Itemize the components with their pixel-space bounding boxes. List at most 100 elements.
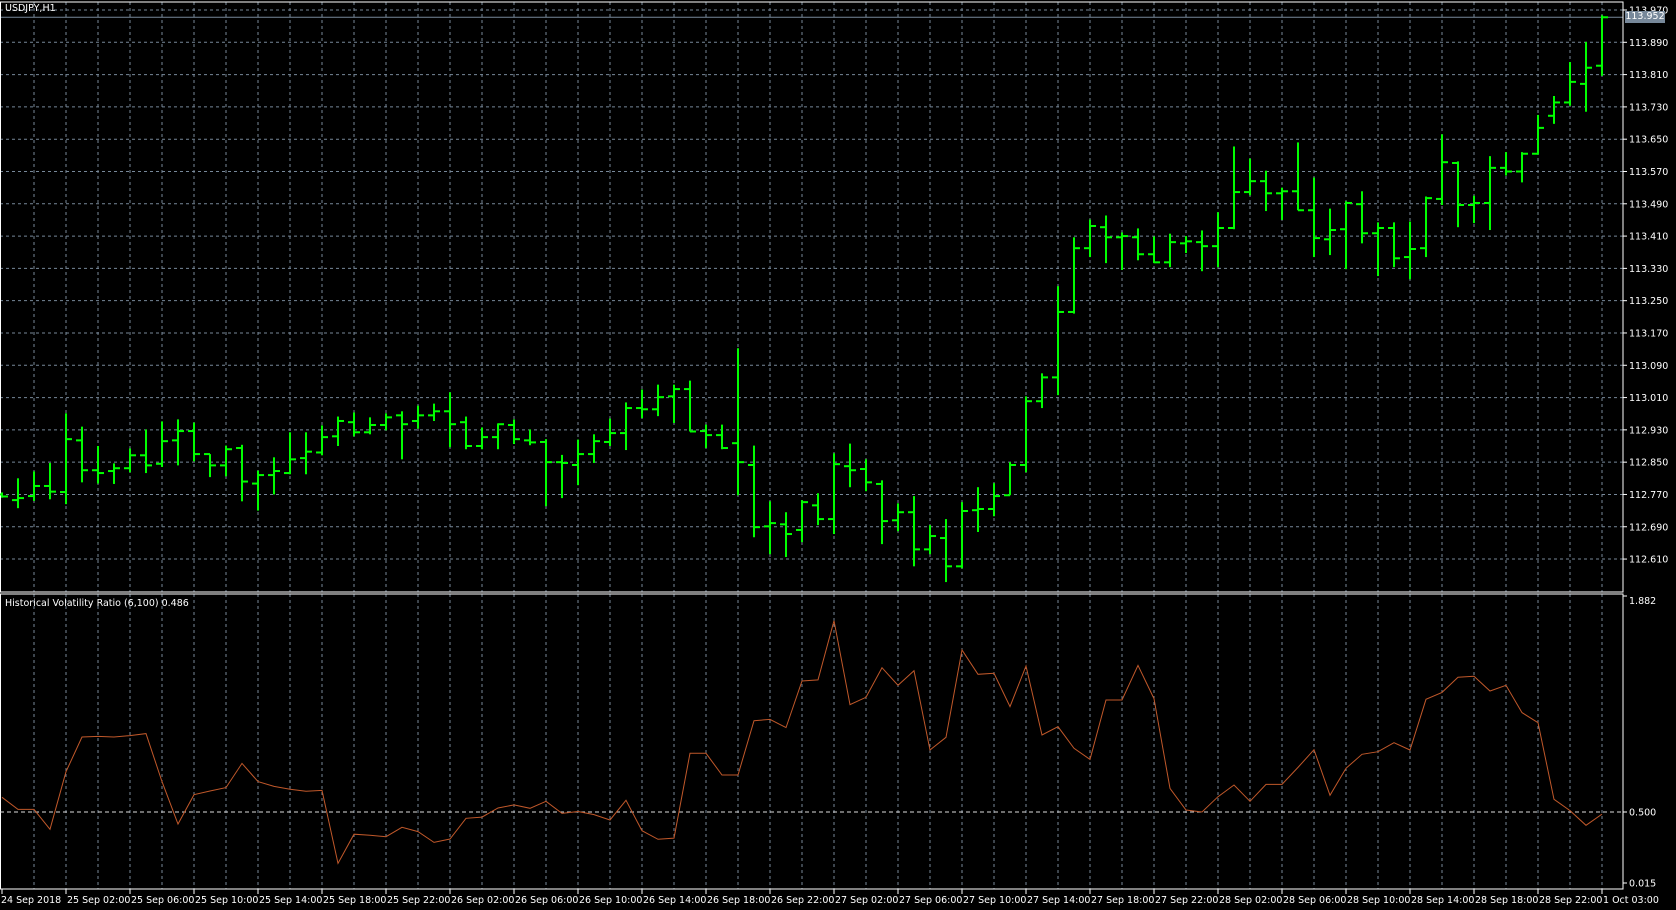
price-bar [1116,232,1128,270]
price-bar [844,443,856,488]
time-tick-label: 1 Oct 03:00 [1603,895,1659,906]
indicator-line [1,620,1603,865]
price-bar [604,418,616,447]
price-bar [796,500,808,543]
time-tick-label: 28 Sep 02:00 [1219,895,1282,906]
price-tick-label: 113.410 [1629,232,1668,243]
time-tick-label: 27 Sep 10:00 [963,895,1026,906]
price-bar [1388,222,1400,268]
price-bar [924,525,936,555]
price-bar [44,462,56,500]
price-bar [460,416,472,450]
price-bar [364,417,376,435]
price-bar [636,389,648,419]
price-tick-label: 113.890 [1629,38,1668,49]
price-bar [476,427,488,450]
price-bar [140,429,152,474]
price-bar [1260,170,1272,212]
price-bar [268,457,280,495]
price-bar [684,380,696,433]
price-bar [1292,142,1304,212]
price-bar [1228,146,1240,230]
price-bar [220,445,232,477]
time-axis[interactable]: 24 Sep 2018 25 Sep 02:00 25 Sep 06:00 25 Se… [1,889,1659,906]
indicator-title: Historical Volatility Ratio (6,100) 0.48… [5,598,189,609]
current-price-label: 113.952 [1625,11,1665,24]
price-bar [748,445,760,538]
price-bar [1020,396,1032,473]
price-bar [156,421,168,468]
price-bar [1068,237,1080,314]
price-bar [1564,62,1576,106]
price-bar [236,444,248,502]
price-bars [0,15,1608,583]
price-tick-label: 112.690 [1629,522,1668,533]
price-bar [332,416,344,447]
indicator-tick-label: 1.882 [1629,596,1656,607]
price-bar [412,405,424,429]
price-bar [1308,177,1320,258]
time-tick-label: 25 Sep 02:00 [67,895,130,906]
price-bar [1420,196,1432,258]
price-bar [764,501,776,555]
price-bar [1340,201,1352,270]
time-tick-label: 25 Sep 10:00 [195,895,258,906]
price-bar [28,471,40,501]
time-tick-label: 27 Sep 22:00 [1155,895,1218,906]
price-bar [652,384,664,417]
price-bar [60,413,72,505]
price-bar [1324,208,1336,256]
indicator-tick-label: 0.015 [1629,879,1656,890]
price-tick-label: 113.010 [1629,393,1668,404]
price-bar [908,496,920,567]
price-bar [1164,233,1176,268]
time-tick-label: 28 Sep 10:00 [1347,895,1410,906]
price-bar [428,403,440,421]
price-tick-label: 113.250 [1629,296,1668,307]
time-tick-label: 27 Sep 02:00 [835,895,898,906]
price-tick-label: 113.650 [1629,135,1668,146]
time-tick-label: 26 Sep 06:00 [515,895,578,906]
price-bar [988,483,1000,517]
time-tick-label: 28 Sep 18:00 [1475,895,1538,906]
price-bar [956,502,968,569]
time-tick-label: 27 Sep 14:00 [1027,895,1090,906]
indicator-panel-frame [0,593,1624,890]
price-bar [444,392,456,448]
price-bar [252,470,264,511]
price-bar [300,432,312,475]
price-bar [92,446,104,484]
time-tick-label: 26 Sep 02:00 [451,895,514,906]
price-bar [1596,15,1608,76]
price-bar [1580,41,1592,112]
price-bar [1052,286,1064,396]
mt4-chart-window: 113.970113.890113.810113.730113.650113.5… [0,0,1676,910]
price-bar [348,412,360,437]
time-tick-label: 28 Sep 06:00 [1283,895,1346,906]
price-bar [1484,156,1496,231]
price-bar [732,348,744,496]
price-bar [940,519,952,583]
price-bar [540,439,552,507]
chart-canvas[interactable]: 113.970113.890113.810113.730113.650113.5… [0,0,1676,910]
time-tick-label: 24 Sep 2018 [1,895,61,906]
price-tick-label: 113.170 [1629,328,1668,339]
price-tick-label: 112.770 [1629,490,1668,501]
main-panel-frame [0,1,1624,593]
price-axis[interactable]: 113.970113.890113.810113.730113.650113.5… [1623,6,1668,566]
price-bar [1516,152,1528,183]
price-bar [1004,462,1016,497]
price-bar [204,453,216,478]
indicator-axis: 1.882 0.500 0.015 [1623,595,1656,890]
price-bar [1100,215,1112,264]
price-bar [76,426,88,483]
time-tick-label: 26 Sep 22:00 [771,895,834,906]
price-bar [1148,236,1160,264]
price-bar [700,424,712,449]
price-bar [1244,158,1256,196]
time-tick-label: 28 Sep 22:00 [1539,895,1602,906]
time-tick-label: 25 Sep 14:00 [259,895,322,906]
price-bar [556,454,568,499]
price-tick-label: 112.850 [1629,458,1668,469]
price-bar [1036,373,1048,409]
